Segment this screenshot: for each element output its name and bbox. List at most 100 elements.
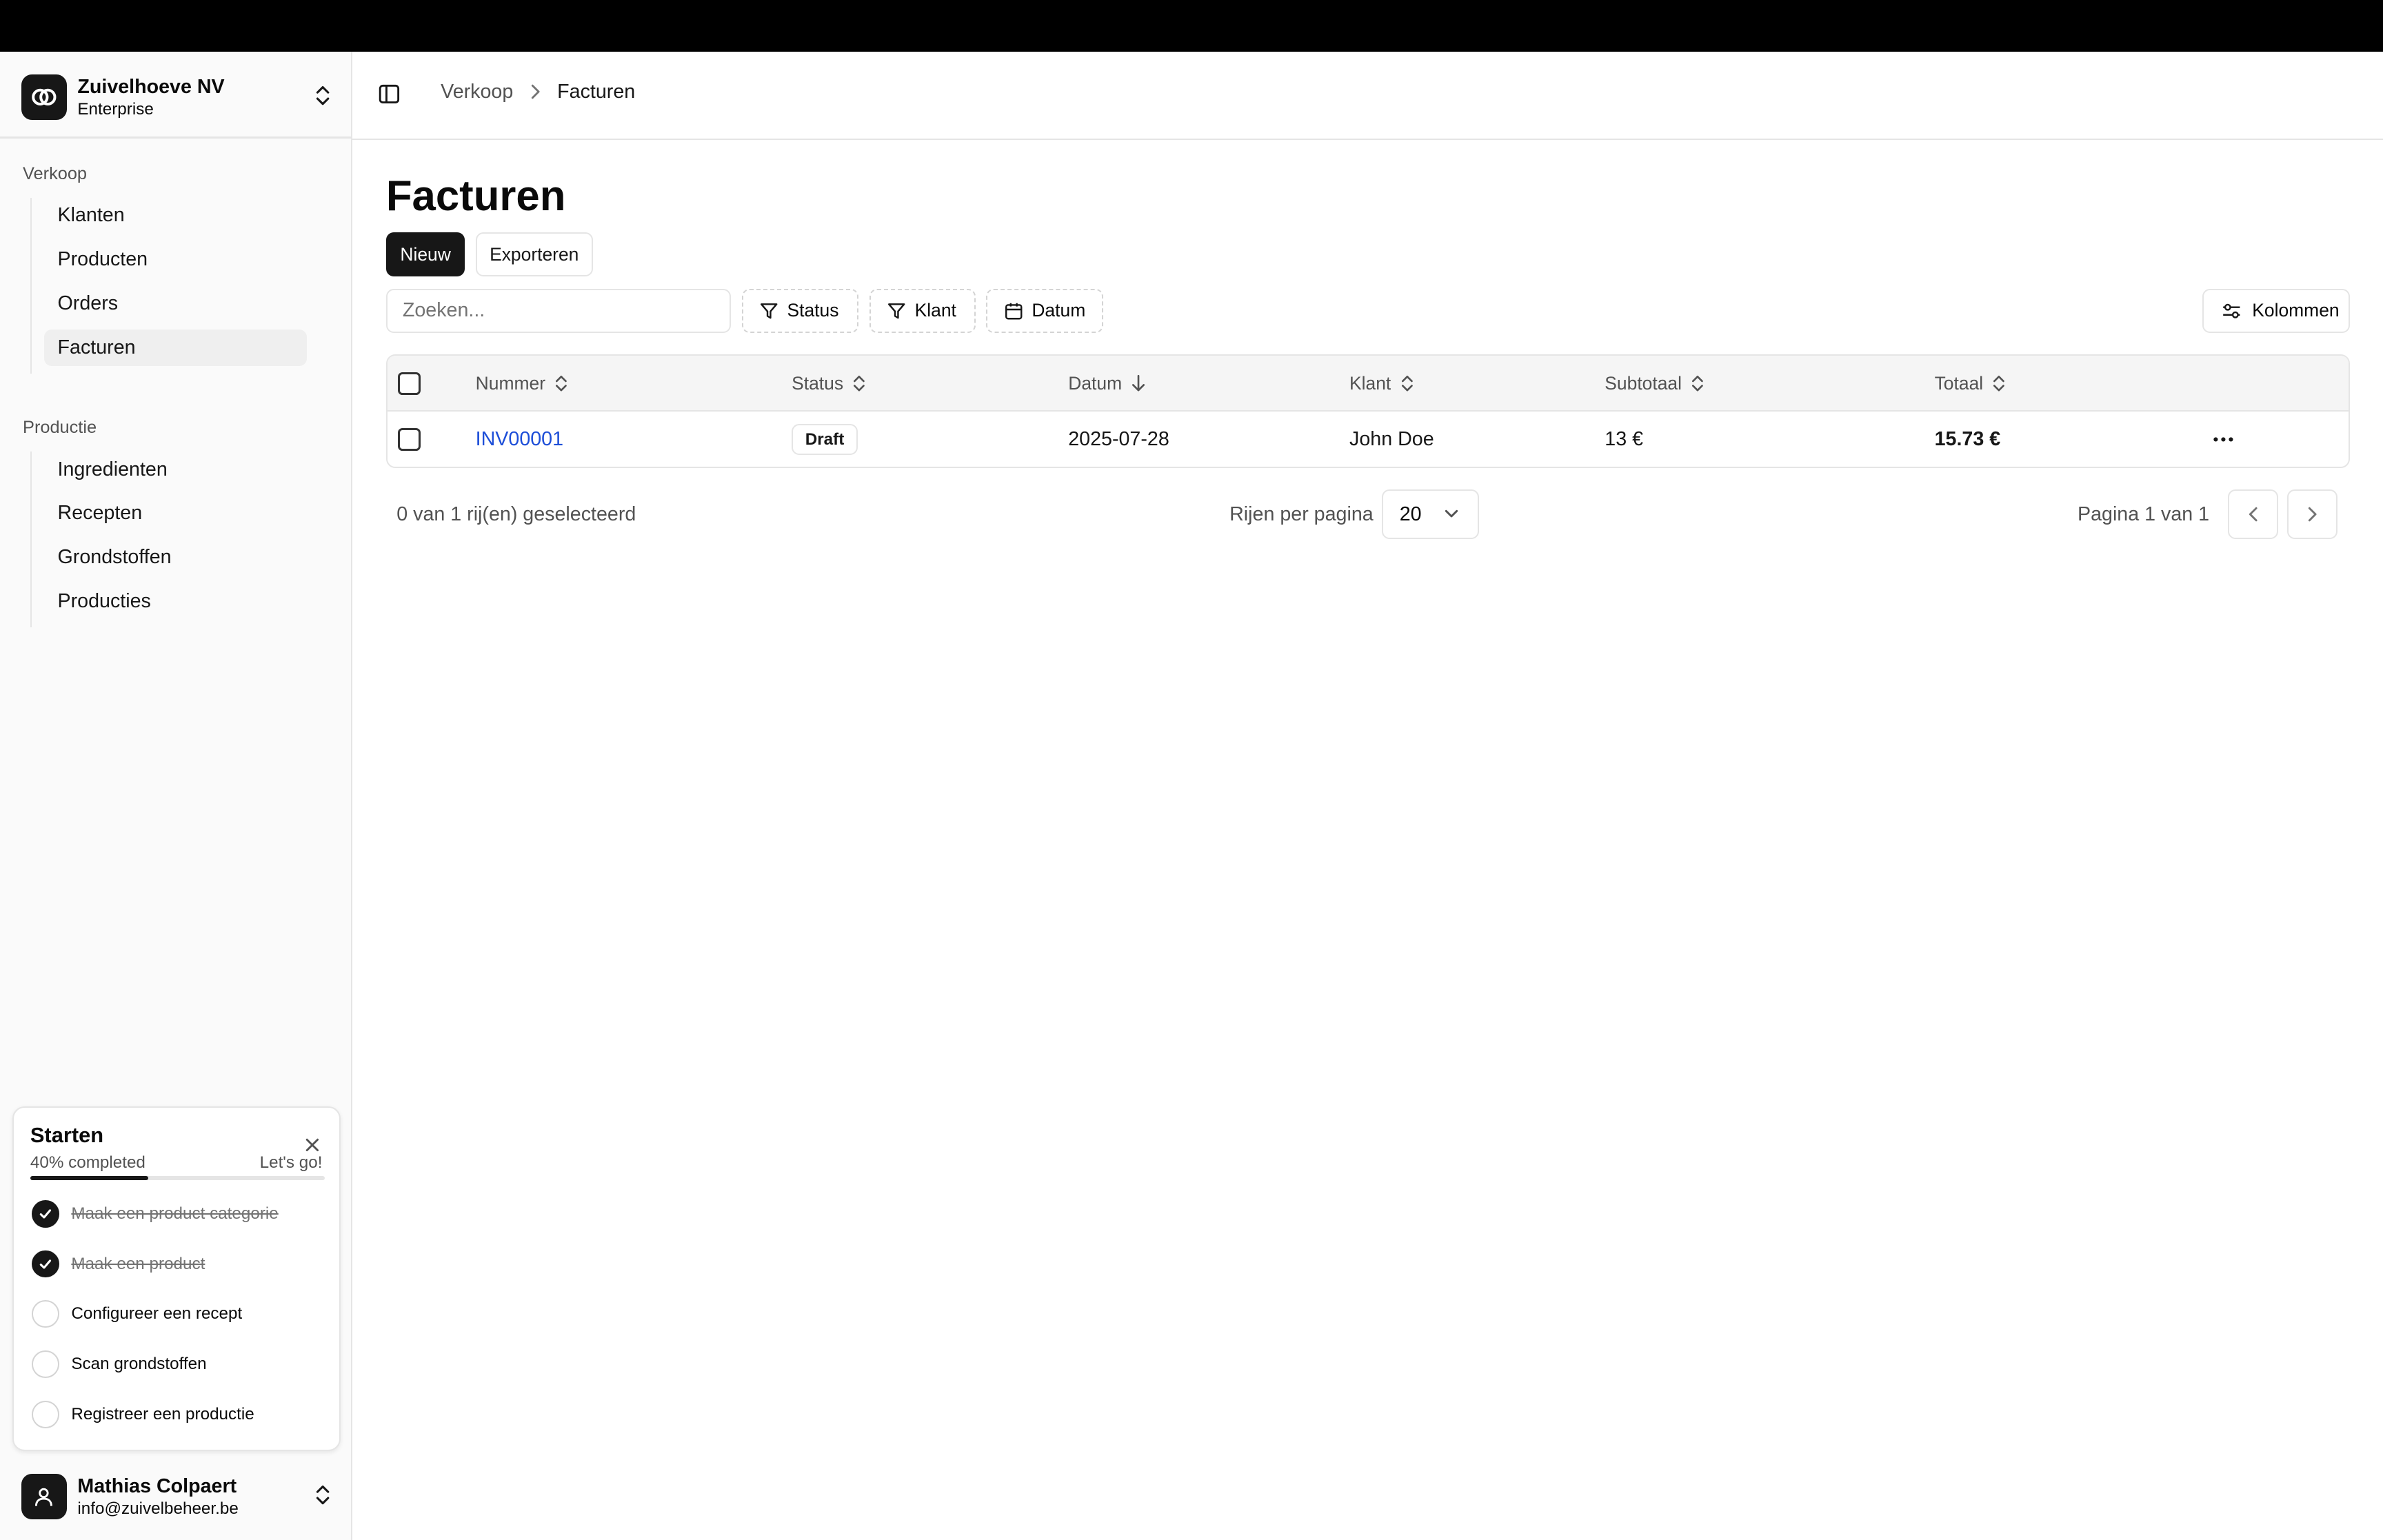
customer-cell: John Doe [1349, 428, 1434, 451]
sort-icon [1401, 376, 1413, 392]
status-cell: Draft [792, 412, 858, 467]
next-page-button[interactable] [2287, 489, 2337, 540]
column-header-subtotaal[interactable]: Subtotaal [1605, 356, 1705, 412]
new-button[interactable]: Nieuw [385, 232, 465, 277]
column-header-status[interactable]: Status [792, 356, 866, 412]
breadcrumb-item-verkoop[interactable]: Verkoop [441, 81, 513, 103]
user-menu[interactable]: Mathias Colpaert info@zuivelbeheer.be [21, 1472, 332, 1521]
onboarding-step-4[interactable]: Scan grondstoffen [32, 1349, 207, 1379]
chevron-right-icon [2308, 507, 2317, 522]
column-header-totaal[interactable]: Totaal [1935, 356, 2007, 412]
chevron-right-icon [530, 84, 541, 99]
onboarding-step-3[interactable]: Configureer een recept [32, 1299, 242, 1329]
onboarding-step-label: Maak een product [71, 1254, 205, 1273]
breadcrumb-item-current: Facturen [557, 80, 636, 103]
sort-icon [1692, 376, 1704, 392]
onboarding-step-1[interactable]: Maak een product categorie [32, 1199, 279, 1229]
date-cell: 2025-07-28 [1068, 428, 1169, 451]
onboarding-step-5[interactable]: Registreer een productie [32, 1399, 254, 1430]
nav-group-label-productie: Productie [23, 418, 97, 438]
invoices-table: Nummer Status Datum Klant Subtotaal Tota… [385, 354, 2350, 468]
sidebar-toggle-icon[interactable] [379, 83, 400, 111]
invoice-number: INV00001 [475, 428, 564, 451]
sidebar-item-label: Orders [57, 292, 119, 315]
sliders-icon [2223, 303, 2240, 318]
search-input[interactable] [385, 288, 732, 333]
row-actions-icon[interactable] [2213, 412, 2234, 467]
nav-group-label-verkoop: Verkoop [23, 164, 87, 184]
chevrons-up-down-icon [314, 83, 331, 114]
filter-label: Klant [914, 300, 956, 321]
total-cell: 15.73 € [1934, 428, 2001, 451]
sidebar-item-grondstoffen[interactable]: Grondstoffen [44, 539, 308, 576]
team-logo-icon [21, 74, 67, 121]
sidebar-item-label: Klanten [57, 204, 125, 227]
table-header-row: Nummer Status Datum Klant Subtotaal Tota… [387, 355, 2349, 412]
onboarding-step-2[interactable]: Maak een product [32, 1249, 205, 1279]
empty-circle-icon [32, 1400, 59, 1428]
sort-descending-icon [1132, 374, 1145, 392]
export-button[interactable]: Exporteren [475, 232, 593, 277]
team-switcher[interactable]: Zuivelhoeve NV Enterprise [21, 73, 332, 122]
sidebar-item-producten[interactable]: Producten [44, 241, 308, 278]
team-plan: Enterprise [77, 99, 154, 119]
sort-icon [1993, 376, 2005, 392]
sidebar-item-recepten[interactable]: Recepten [44, 496, 308, 532]
sidebar-item-orders[interactable]: Orders [44, 285, 308, 322]
previous-page-button[interactable] [2228, 489, 2278, 540]
datum-filter-button[interactable]: Datum [986, 288, 1104, 333]
sidebar-item-label: Recepten [57, 502, 143, 525]
page-header: Verkoop Facturen [352, 52, 2383, 140]
page-title: Facturen [385, 172, 566, 221]
nav-group-productie: Ingredienten Recepten Grondstoffen Produ… [30, 451, 308, 628]
onboarding-card: Starten 40% completed Let's go! Maak een… [12, 1106, 341, 1451]
empty-circle-icon [32, 1300, 59, 1328]
chevrons-up-down-icon [314, 1483, 331, 1513]
table-row[interactable]: INV00001 Draft 2025-07-28 John Doe 13 € … [388, 412, 2349, 467]
status-badge: Draft [792, 424, 858, 456]
select-all-checkbox[interactable] [398, 356, 421, 412]
main-content: Verkoop Facturen Facturen Nieuw Exporter… [352, 51, 2383, 1540]
klant-filter-button[interactable]: Klant [869, 288, 976, 333]
onboarding-progress-bar [30, 1175, 325, 1181]
nav-group-verkoop: Klanten Producten Orders Facturen [30, 197, 308, 374]
column-header-nummer[interactable]: Nummer [476, 356, 568, 412]
breadcrumb: Verkoop Facturen [441, 81, 635, 103]
sort-icon [854, 376, 865, 392]
column-label: Nummer [475, 372, 546, 394]
row-checkbox[interactable] [398, 412, 421, 467]
sidebar-item-producties[interactable]: Producties [44, 583, 308, 620]
chevron-down-icon [1445, 510, 1458, 518]
chevron-left-icon [2249, 507, 2258, 522]
calendar-icon [1005, 303, 1023, 319]
onboarding-title: Starten [30, 1122, 104, 1147]
sidebar-item-ingredienten[interactable]: Ingredienten [44, 452, 308, 488]
columns-button[interactable]: Kolommen [2202, 288, 2350, 333]
onboarding-cta[interactable]: Let's go! [260, 1153, 323, 1173]
page-info: Pagina 1 van 1 [2077, 503, 2210, 525]
onboarding-step-label: Registreer een productie [71, 1404, 254, 1424]
sidebar-divider [0, 136, 352, 139]
onboarding-step-label: Configureer een recept [71, 1304, 243, 1324]
column-label: Status [792, 372, 844, 394]
rows-per-page-select[interactable]: 20 [1381, 489, 1479, 540]
sidebar-item-label: Producten [57, 248, 148, 271]
column-header-datum[interactable]: Datum [1068, 356, 1146, 412]
sidebar-item-facturen[interactable]: Facturen [43, 330, 308, 367]
user-email: info@zuivelbeheer.be [77, 1499, 239, 1518]
onboarding-progress-label: 40% completed [30, 1153, 145, 1172]
invoice-number-link[interactable]: INV00001 [475, 412, 564, 467]
onboarding-step-label: Maak een product categorie [71, 1204, 279, 1223]
column-header-klant[interactable]: Klant [1349, 356, 1414, 412]
user-name: Mathias Colpaert [77, 1475, 237, 1498]
rows-per-page-value: 20 [1399, 503, 1422, 525]
column-label: Datum [1068, 372, 1123, 394]
team-name: Zuivelhoeve NV [77, 76, 225, 99]
subtotal-cell: 13 € [1605, 428, 1644, 451]
sidebar-item-label: Ingredienten [57, 458, 168, 480]
columns-label: Kolommen [2252, 300, 2340, 321]
sidebar-item-klanten[interactable]: Klanten [44, 198, 308, 234]
window-top-bar [0, 0, 2383, 52]
status-filter-button[interactable]: Status [741, 288, 859, 333]
check-icon [32, 1250, 59, 1278]
